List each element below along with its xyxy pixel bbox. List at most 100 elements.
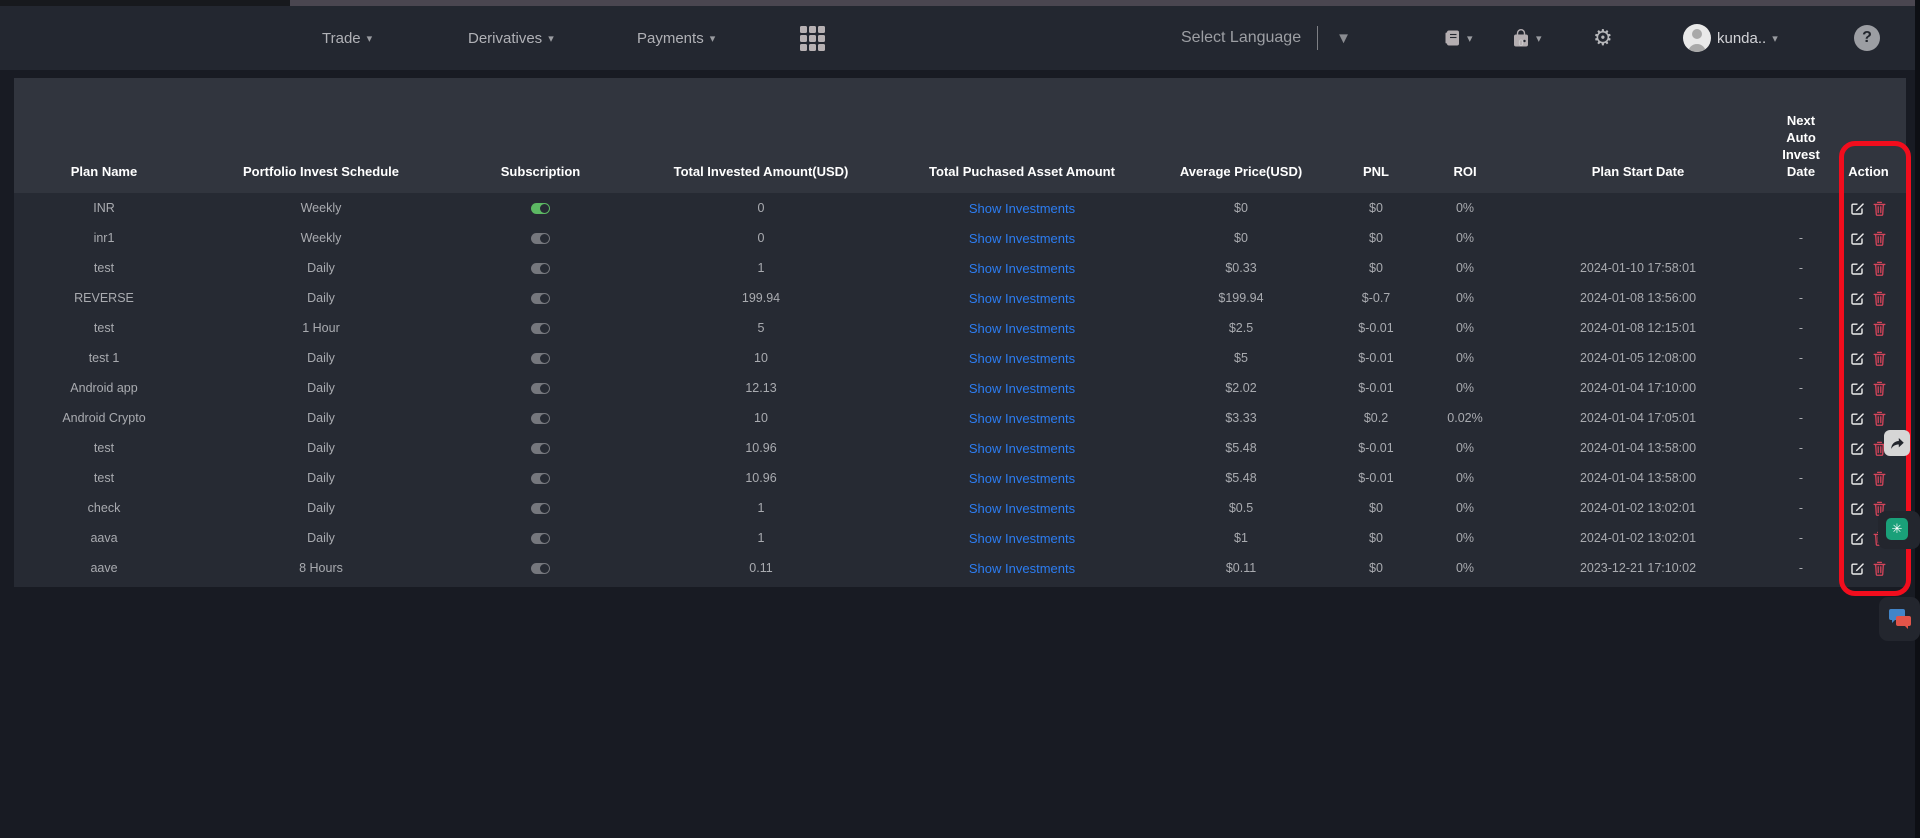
average-price-cell: $1: [1155, 523, 1327, 553]
total-purchased-cell: Show Investments: [889, 223, 1155, 253]
edit-button[interactable]: [1851, 441, 1865, 455]
edit-button[interactable]: [1851, 231, 1865, 245]
edit-button[interactable]: [1851, 411, 1865, 425]
delete-button[interactable]: [1873, 471, 1886, 486]
show-investments-link[interactable]: Show Investments: [969, 381, 1075, 396]
nav-payments[interactable]: Payments ▾: [637, 6, 715, 70]
delete-button[interactable]: [1873, 561, 1886, 576]
show-investments-link[interactable]: Show Investments: [969, 291, 1075, 306]
delete-button[interactable]: [1873, 261, 1886, 276]
plan-name-cell: inr1: [14, 223, 194, 253]
total-invested-cell: 0.11: [633, 553, 889, 583]
subscription-toggle[interactable]: [531, 323, 550, 334]
subscription-cell: [448, 523, 633, 553]
nav-derivatives[interactable]: Derivatives ▾: [468, 6, 554, 70]
show-investments-link[interactable]: Show Investments: [969, 561, 1075, 576]
edit-button[interactable]: [1851, 561, 1865, 575]
edit-button[interactable]: [1851, 261, 1865, 275]
subscription-toggle[interactable]: [531, 533, 550, 544]
roi-cell: 0%: [1425, 343, 1505, 373]
nav-trade[interactable]: Trade ▾: [322, 6, 372, 70]
total-invested-cell: 10: [633, 403, 889, 433]
table-row: test Daily 10.96 Show Investments $5.48 …: [14, 463, 1906, 493]
pnl-cell: $-0.01: [1327, 463, 1425, 493]
subscription-cell: [448, 553, 633, 583]
delete-button[interactable]: [1873, 411, 1886, 426]
show-investments-link[interactable]: Show Investments: [969, 321, 1075, 336]
show-investments-link[interactable]: Show Investments: [969, 531, 1075, 546]
subscription-toggle[interactable]: [531, 383, 550, 394]
language-selector[interactable]: Select Language ▼: [1181, 6, 1351, 70]
total-invested-cell: 12.13: [633, 373, 889, 403]
roi-cell: 0%: [1425, 463, 1505, 493]
chat-bubbles-overlay-button[interactable]: [1879, 597, 1920, 641]
user-menu[interactable]: kunda.. ▾: [1683, 6, 1778, 70]
subscription-toggle[interactable]: [531, 263, 550, 274]
subscription-toggle[interactable]: [531, 413, 550, 424]
help-button[interactable]: ?: [1854, 6, 1880, 70]
subscription-toggle[interactable]: [531, 563, 550, 574]
orders-menu-button[interactable]: ▾: [1444, 6, 1473, 70]
show-investments-link[interactable]: Show Investments: [969, 411, 1075, 426]
show-investments-link[interactable]: Show Investments: [969, 441, 1075, 456]
table-row: aava Daily 1 Show Investments $1 $0 0% 2…: [14, 523, 1906, 553]
col-header-total-invested: Total Invested Amount(USD): [633, 78, 889, 193]
table-row: test Daily 1 Show Investments $0.33 $0 0…: [14, 253, 1906, 283]
language-caret-icon: ▼: [1336, 30, 1351, 47]
delete-button[interactable]: [1873, 351, 1886, 366]
apps-grid-button[interactable]: [800, 6, 825, 70]
edit-button[interactable]: [1851, 321, 1865, 335]
edit-button[interactable]: [1851, 381, 1865, 395]
subscription-toggle[interactable]: [531, 233, 550, 244]
show-investments-link[interactable]: Show Investments: [969, 471, 1075, 486]
next-auto-invest-date-cell: -: [1771, 403, 1831, 433]
chevron-down-icon: ▾: [367, 32, 373, 45]
share-overlay-button[interactable]: [1884, 430, 1910, 456]
plan-start-date-cell: 2024-01-04 17:10:00: [1505, 373, 1771, 403]
delete-button[interactable]: [1873, 291, 1886, 306]
table-row: Android Crypto Daily 10 Show Investments…: [14, 403, 1906, 433]
nav-payments-label: Payments: [637, 30, 704, 47]
show-investments-link[interactable]: Show Investments: [969, 261, 1075, 276]
subscription-cell: [448, 403, 633, 433]
settings-button[interactable]: ⚙: [1593, 6, 1613, 70]
subscription-toggle[interactable]: [531, 203, 550, 214]
show-investments-link[interactable]: Show Investments: [969, 231, 1075, 246]
show-investments-link[interactable]: Show Investments: [969, 201, 1075, 216]
edit-button[interactable]: [1851, 201, 1865, 215]
subscription-toggle[interactable]: [531, 293, 550, 304]
wallet-menu-button[interactable]: 0 ▾: [1512, 6, 1542, 70]
delete-button[interactable]: [1873, 381, 1886, 396]
edit-button[interactable]: [1851, 291, 1865, 305]
delete-button[interactable]: [1873, 231, 1886, 246]
next-auto-invest-date-cell: [1771, 193, 1831, 223]
plan-name-cell: check: [14, 493, 194, 523]
col-header-plan-start-date: Plan Start Date: [1505, 78, 1771, 193]
next-auto-invest-date-cell: -: [1771, 433, 1831, 463]
next-auto-invest-date-cell: -: [1771, 493, 1831, 523]
show-investments-link[interactable]: Show Investments: [969, 501, 1075, 516]
subscription-toggle[interactable]: [531, 353, 550, 364]
subscription-toggle[interactable]: [531, 443, 550, 454]
chatgpt-overlay-button[interactable]: ✳: [1878, 511, 1920, 549]
subscription-toggle[interactable]: [531, 503, 550, 514]
col-header-total-purchased: Total Puchased Asset Amount: [889, 78, 1155, 193]
col-header-next-auto-invest-date: Next Auto Invest Date: [1771, 78, 1831, 193]
show-investments-link[interactable]: Show Investments: [969, 351, 1075, 366]
subscription-toggle[interactable]: [531, 473, 550, 484]
edit-button[interactable]: [1851, 501, 1865, 515]
action-cell: [1831, 313, 1906, 343]
edit-button[interactable]: [1851, 471, 1865, 485]
schedule-cell: Daily: [194, 493, 448, 523]
gear-icon: ⚙: [1593, 25, 1613, 51]
edit-button[interactable]: [1851, 351, 1865, 365]
average-price-cell: $5: [1155, 343, 1327, 373]
delete-button[interactable]: [1873, 201, 1886, 216]
delete-button[interactable]: [1873, 321, 1886, 336]
schedule-cell: Daily: [194, 403, 448, 433]
subscription-cell: [448, 313, 633, 343]
next-auto-invest-date-cell: -: [1771, 373, 1831, 403]
plan-start-date-cell: 2024-01-04 13:58:00: [1505, 463, 1771, 493]
edit-button[interactable]: [1851, 531, 1865, 545]
next-auto-invest-date-cell: -: [1771, 223, 1831, 253]
